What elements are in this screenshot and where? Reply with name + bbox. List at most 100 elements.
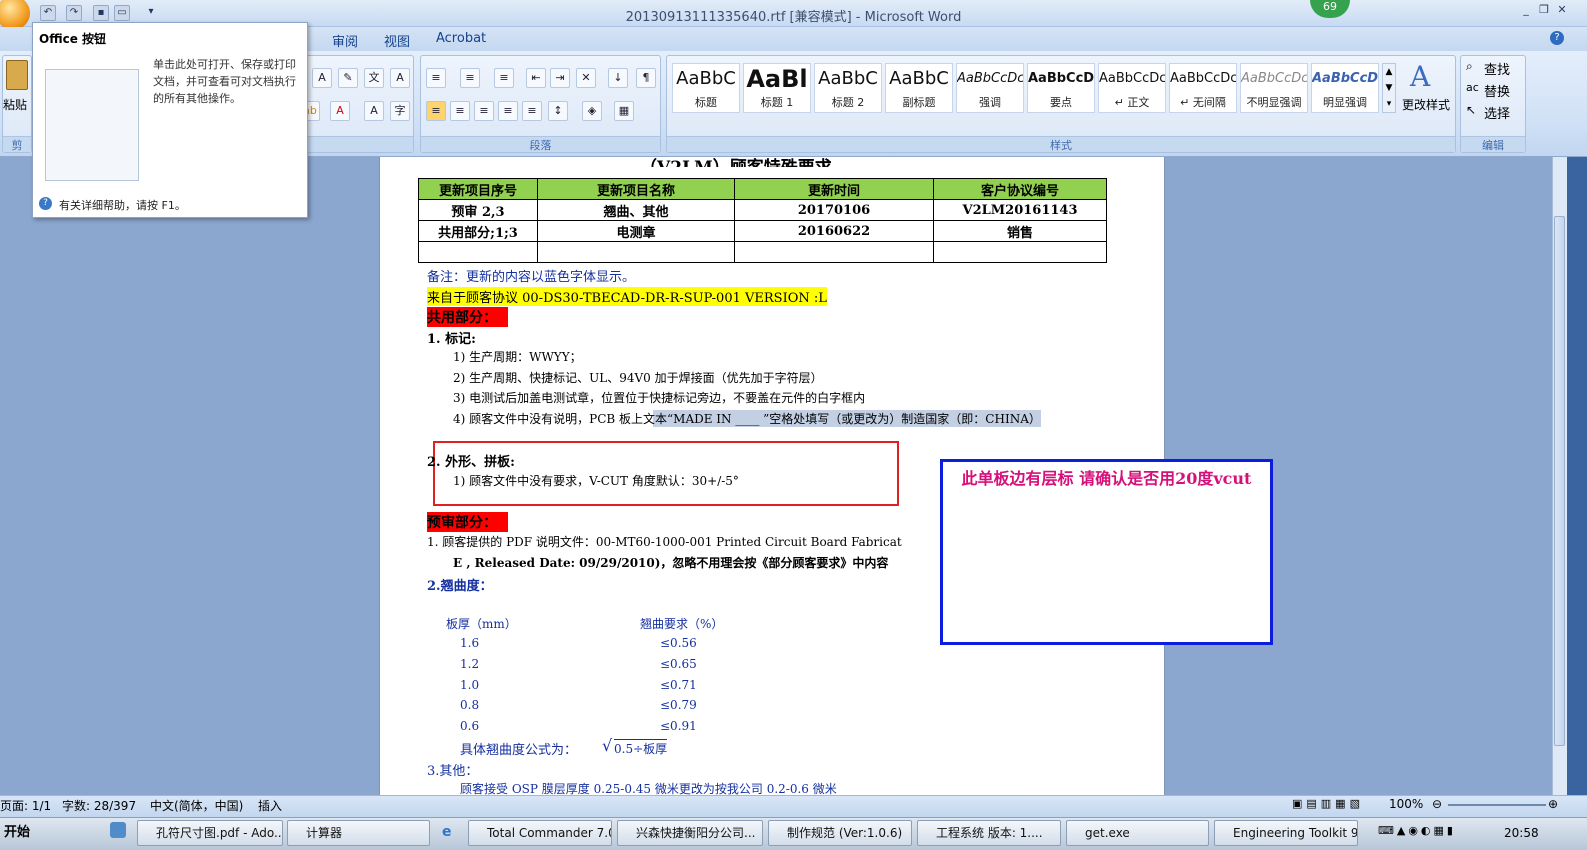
quick-launch-icon[interactable] — [110, 822, 126, 838]
borders-icon[interactable]: ▦ — [614, 101, 634, 121]
ie-icon[interactable]: e — [442, 824, 458, 840]
align-center-icon[interactable]: ≡ — [450, 101, 470, 121]
table-cell: 20160622 — [734, 220, 934, 242]
style-name: 标题 — [695, 96, 717, 109]
style-heading2[interactable]: AaBbC 标题 2 — [814, 63, 882, 113]
help-icon[interactable]: ? — [1550, 31, 1564, 45]
table-cell: 共用部分;1;3 — [418, 220, 538, 242]
task-item[interactable]: 孔符尺寸图.pdf - Ado... — [137, 820, 283, 846]
style-no-spacing[interactable]: AaBbCcDc ↵ 无间隔 — [1169, 63, 1237, 113]
shrink-font-icon[interactable]: A — [312, 68, 332, 88]
change-styles-button[interactable]: 更改样式 — [1402, 96, 1450, 113]
char-border-icon[interactable]: A — [390, 68, 410, 88]
status-page[interactable]: 页面: 1/1 — [0, 797, 51, 814]
callout-box[interactable]: 此单板边有层标 请确认是否用20度vcut — [940, 459, 1273, 645]
section-1-title: 1. 标记: — [427, 332, 476, 347]
styles-scroll-icon[interactable]: ▲ ▼ ▾ — [1382, 63, 1396, 113]
task-item[interactable]: 制作规范 (Ver:1.0.6) — [768, 820, 912, 846]
style-sample: AaBbCcDc — [1312, 71, 1378, 86]
style-normal[interactable]: AaBbCcDc ↵ 正文 — [1098, 63, 1166, 113]
clear-format-icon[interactable]: ✎ — [338, 68, 358, 88]
zoom-level[interactable]: 100% — [1389, 797, 1423, 811]
phonetic-icon[interactable]: 文 — [364, 68, 384, 88]
paste-icon[interactable] — [6, 60, 28, 90]
font-color-icon[interactable]: A — [330, 101, 350, 121]
tab-review[interactable]: 审阅 — [332, 31, 358, 50]
char-shading-icon[interactable]: A — [364, 101, 384, 121]
tray-icons[interactable]: ⌨▲◉◐▦▮ — [1378, 824, 1496, 842]
style-name: 强调 — [979, 96, 1001, 109]
restore-button[interactable]: ❐ — [1537, 3, 1551, 17]
change-styles-icon[interactable]: A — [1410, 60, 1430, 93]
zoom-in-icon[interactable]: ⊕ — [1548, 797, 1558, 811]
style-strong[interactable]: AaBbCcD 要点 — [1027, 63, 1095, 113]
numbering-icon[interactable]: ≡ — [460, 68, 480, 88]
p3-title: 3.其他： — [427, 764, 479, 779]
replace-button[interactable]: 替换 — [1484, 81, 1510, 100]
style-subtle-emphasis[interactable]: AaBbCcDc 不明显强调 — [1240, 63, 1308, 113]
distribute-icon[interactable]: ≡ — [522, 101, 542, 121]
update-note: 备注：更新的内容以蓝色字体显示。 — [427, 270, 636, 285]
table-row: 共用部分;1;3 电测章 20160622 销售 — [418, 220, 1107, 242]
warp-value: ≤0.71 — [660, 678, 697, 692]
warp-value: ≤0.56 — [660, 636, 697, 650]
tab-view[interactable]: 视图 — [384, 31, 410, 50]
increase-indent-icon[interactable]: ⇥ — [550, 68, 570, 88]
bullets-icon[interactable]: ≡ — [426, 68, 446, 88]
enclose-char-icon[interactable]: 字 — [390, 101, 410, 121]
table-header: 更新项目名称 — [537, 178, 735, 200]
style-name: 不明显强调 — [1246, 96, 1302, 109]
select-button[interactable]: 选择 — [1484, 103, 1510, 122]
status-language[interactable]: 中文(简体，中国) — [150, 797, 243, 814]
shading-icon[interactable]: ◈ — [582, 101, 602, 121]
table-cell — [537, 241, 735, 263]
line-spacing-icon[interactable]: ↕ — [548, 101, 568, 121]
warp-value: ≤0.65 — [660, 657, 697, 671]
minimize-button[interactable]: _ — [1519, 3, 1533, 17]
group-label: 段落 — [421, 136, 660, 152]
zoom-out-icon[interactable]: ⊖ — [1432, 797, 1442, 811]
view-buttons[interactable]: ▣▤▥▦▧ — [1292, 797, 1382, 813]
align-left-icon[interactable]: ≡ — [426, 101, 446, 121]
warp-header-thickness: 板厚（mm） — [446, 617, 517, 631]
p1-line2: E , Released Date: 09/29/2010)，忽略不用理会按《部… — [453, 556, 889, 570]
decrease-indent-icon[interactable]: ⇤ — [526, 68, 546, 88]
office-button-tooltip: Office 按钮 单击此处可打开、保存或打印文档，并可查看可对文档执行的所有其… — [32, 22, 308, 218]
asian-layout-icon[interactable]: ✕ — [576, 68, 596, 88]
paste-button[interactable]: 粘贴 — [3, 96, 27, 113]
multilevel-icon[interactable]: ≡ — [494, 68, 514, 88]
style-heading1[interactable]: AaBl 标题 1 — [743, 63, 811, 113]
task-item[interactable]: 计算器 — [287, 820, 430, 846]
task-item[interactable]: Engineering Toolkit 9.... — [1214, 820, 1358, 846]
status-mode[interactable]: 插入 — [258, 797, 282, 814]
task-item[interactable]: 工程系统 版本: 1.... — [917, 820, 1061, 846]
style-intense-emphasis[interactable]: AaBbCcDc 明显强调 — [1311, 63, 1379, 113]
table-cell: 翘曲、其他 — [537, 199, 735, 221]
show-marks-icon[interactable]: ¶ — [636, 68, 656, 88]
start-button[interactable]: 开始 — [0, 820, 44, 846]
tab-acrobat[interactable]: Acrobat — [436, 31, 486, 46]
task-item[interactable]: 兴森快捷衡阳分公司... — [617, 820, 763, 846]
justify-icon[interactable]: ≡ — [498, 101, 518, 121]
style-subtitle[interactable]: AaBbC 副标题 — [885, 63, 953, 113]
task-item[interactable]: Total Commander 7.0 ... — [468, 820, 612, 846]
s2-item: 1) 顾客文件中没有要求，V-CUT 角度默认：30+/-5° — [453, 474, 739, 488]
status-words[interactable]: 字数: 28/397 — [62, 797, 136, 814]
find-button[interactable]: 查找 — [1484, 59, 1510, 78]
sort-icon[interactable]: ↓ — [608, 68, 628, 88]
table-row: 预审 2,3 翘曲、其他 20170106 V2LM20161143 — [418, 199, 1107, 221]
replace-icon: ac — [1466, 81, 1479, 94]
align-right-icon[interactable]: ≡ — [474, 101, 494, 121]
style-title[interactable]: AaBbC 标题 — [672, 63, 740, 113]
close-button[interactable]: ✕ — [1555, 3, 1569, 17]
clock: 20:58 — [1504, 826, 1539, 840]
zoom-slider[interactable] — [1448, 804, 1546, 806]
task-item[interactable]: get.exe — [1066, 820, 1209, 846]
style-emphasis[interactable]: AaBbCcDc 强调 — [956, 63, 1024, 113]
sqrt-icon: √ — [602, 736, 613, 755]
style-sample: AaBbC — [818, 68, 878, 89]
warp-value: ≤0.91 — [660, 719, 697, 733]
scroll-thumb[interactable] — [1554, 216, 1565, 746]
s1-item: 2) 生产周期、快捷标记、UL、94V0 加于焊接面（优先加于字符层） — [453, 371, 823, 385]
formula-label: 具体翘曲度公式为： — [460, 743, 578, 758]
